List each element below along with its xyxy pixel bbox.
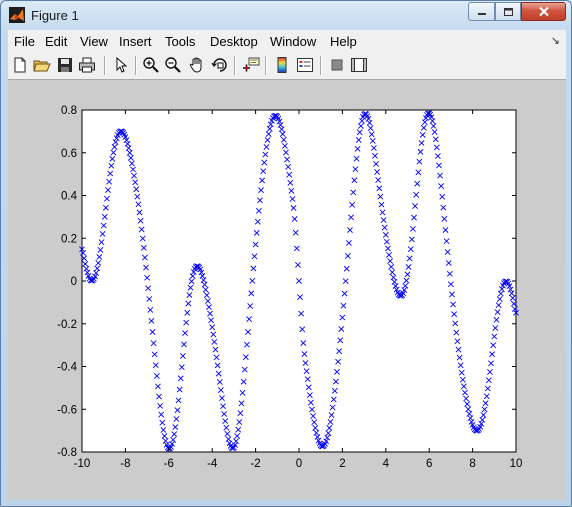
x-tick-label: -2 (250, 458, 260, 470)
x-tick-label: -10 (74, 458, 91, 470)
matlab-logo-icon (9, 7, 25, 23)
menu-edit[interactable]: Edit (45, 34, 67, 49)
insert-legend-button[interactable] (296, 56, 314, 74)
rotate-3d-icon (211, 58, 227, 72)
x-tick-label: 4 (383, 458, 390, 470)
close-button[interactable] (521, 2, 566, 21)
menu-window[interactable]: Window (270, 34, 316, 49)
print-button[interactable] (78, 56, 96, 74)
insert-colorbar-button[interactable] (273, 56, 291, 74)
rotate-3d-button[interactable] (211, 56, 229, 74)
y-tick-label: 0.6 (61, 148, 77, 160)
x-tick-label: 10 (510, 458, 523, 470)
y-tick-label: -0.8 (57, 447, 77, 459)
show-plot-tools-button[interactable] (350, 56, 368, 74)
hide-plot-tools-button[interactable] (328, 56, 346, 74)
colorbar-icon (277, 57, 287, 73)
legend-icon (297, 58, 313, 72)
minimize-button[interactable] (468, 2, 495, 21)
open-folder-icon (33, 60, 51, 72)
zoom-in-button[interactable] (142, 56, 160, 74)
data-cursor-icon (243, 57, 260, 72)
edit-plot-button[interactable] (112, 56, 130, 74)
minimize-icon (477, 12, 486, 15)
figure-window: Figure 1 File Edit View Insert Tools Des… (0, 0, 572, 507)
menu-tools[interactable]: Tools (165, 34, 195, 49)
x-tick-label: 2 (339, 458, 345, 470)
menu-help[interactable]: Help (330, 34, 357, 49)
close-icon (538, 6, 549, 17)
window-title: Figure 1 (31, 8, 79, 23)
maximize-icon (503, 7, 513, 16)
x-tick-label: -4 (207, 458, 218, 470)
plot-area[interactable]: -10 -8 -6 -4 -2 0 2 4 6 8 10 -0.8 -0.6 -0.4 -0.2 0 0.2 0.… (8, 80, 566, 500)
open-file-button[interactable] (33, 56, 51, 74)
floppy-disk-icon (58, 58, 72, 72)
pan-hand-icon (189, 57, 202, 73)
menu-file[interactable]: File (14, 34, 35, 49)
x-tick-label: 8 (469, 458, 475, 470)
menu-desktop[interactable]: Desktop (210, 34, 258, 49)
printer-icon (79, 57, 95, 73)
y-tick-label: 0.4 (61, 191, 78, 203)
new-document-icon (14, 57, 26, 73)
show-plot-tools-icon (351, 58, 367, 72)
x-tick-label: 0 (296, 458, 302, 470)
pan-button[interactable] (188, 56, 206, 74)
x-tick-label: -6 (164, 458, 174, 470)
save-button[interactable] (56, 56, 74, 74)
y-tick-label: -0.2 (57, 319, 77, 331)
zoom-in-icon (143, 57, 159, 73)
y-tick-label: 0.8 (61, 105, 77, 117)
data-cursor-button[interactable] (242, 56, 260, 74)
y-tick-label: 0.2 (61, 233, 77, 245)
zoom-out-button[interactable] (164, 56, 182, 74)
new-figure-button[interactable] (11, 56, 29, 74)
x-tick-label: -8 (120, 458, 130, 470)
title-bar[interactable]: Figure 1 (1, 1, 571, 30)
zoom-out-icon (165, 57, 181, 73)
hide-plot-tools-icon (331, 59, 343, 71)
maximize-button[interactable] (495, 2, 521, 21)
figure-toolbar (8, 52, 566, 80)
dock-arrow-icon[interactable]: ↘ (551, 34, 560, 47)
menu-bar: File Edit View Insert Tools Desktop Wind… (8, 30, 566, 53)
menu-insert[interactable]: Insert (119, 34, 152, 49)
y-tick-label: -0.6 (57, 404, 77, 416)
arrow-pointer-icon (116, 56, 128, 73)
x-tick-label: 6 (426, 458, 432, 470)
y-tick-label: 0 (71, 276, 77, 288)
menu-view[interactable]: View (80, 34, 108, 49)
y-tick-label: -0.4 (57, 362, 77, 374)
figure-canvas: -10 -8 -6 -4 -2 0 2 4 6 8 10 -0.8 -0.6 -0.4 -0.2 0 0.2 0.… (8, 80, 566, 500)
